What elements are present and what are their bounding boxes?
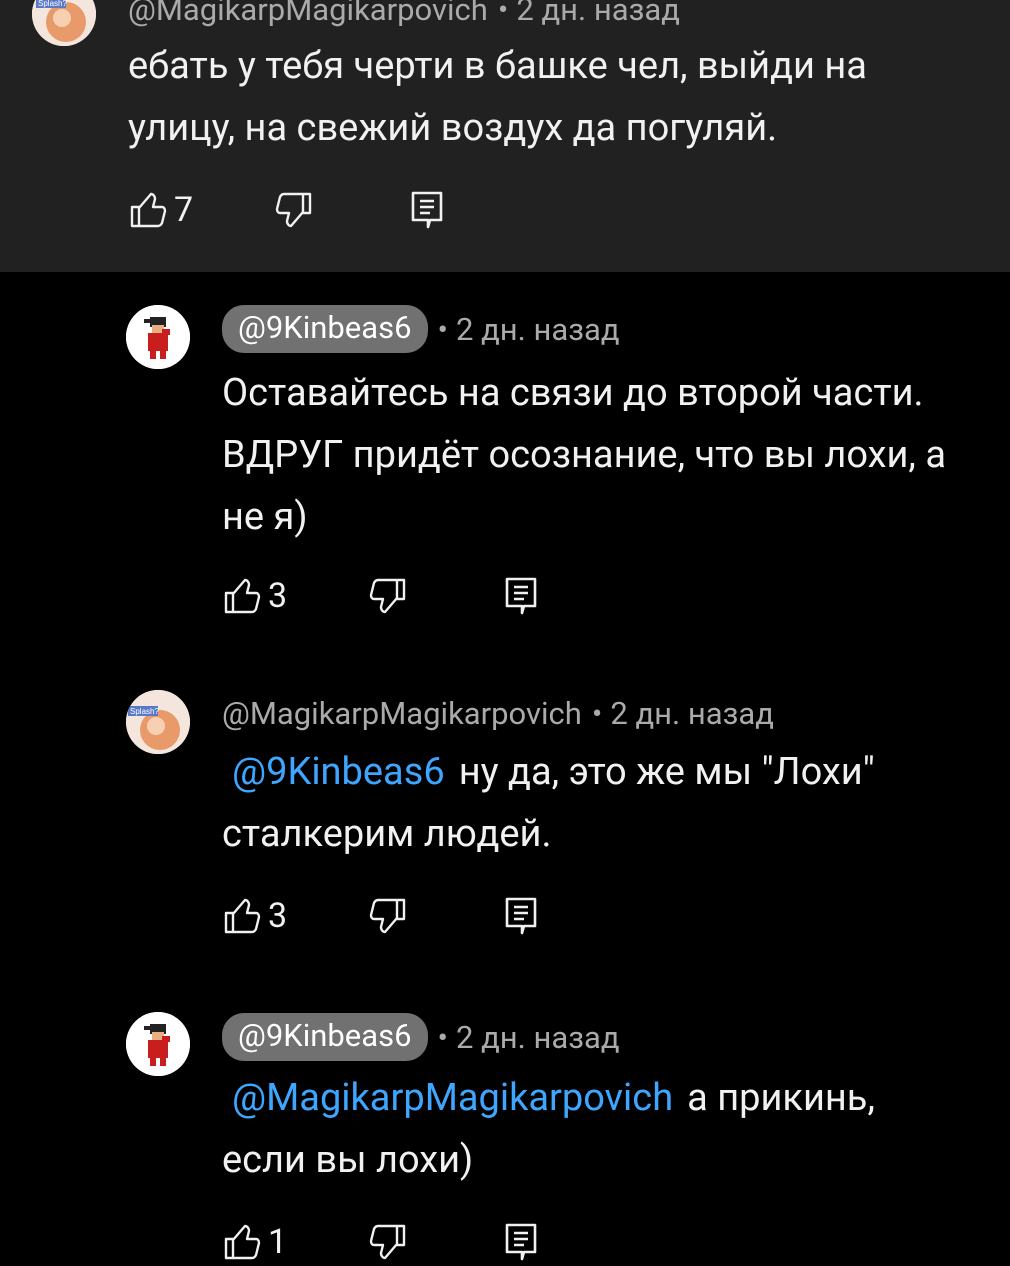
comment-3-text: @9Kinbeas6 ну да, это же мы "Лохи" сталке… xyxy=(222,741,962,865)
comment-4-meta: @9Kinbeas6 • 2 дн. назад xyxy=(222,1013,620,1062)
comment-1-text: ебать у тебя черти в башке чел, выйди на… xyxy=(128,35,928,159)
like-icon xyxy=(224,1224,261,1260)
comment-2-author[interactable]: @9Kinbeas6 xyxy=(222,305,428,354)
like-button[interactable]: 3 xyxy=(222,896,287,936)
like-count: 3 xyxy=(268,896,288,936)
dislike-icon xyxy=(369,578,406,614)
reply-icon xyxy=(505,577,537,615)
like-count: 3 xyxy=(268,576,288,616)
separator-dot: • xyxy=(437,1018,448,1056)
comment-3-meta: @MagikarpMagikarpovich • 2 дн. назад xyxy=(222,698,774,729)
like-button[interactable]: 1 xyxy=(222,1222,287,1262)
reply-button[interactable] xyxy=(410,190,444,230)
dislike-icon xyxy=(369,898,406,934)
avatar-magikarp-label: Splash? xyxy=(130,707,159,716)
like-icon xyxy=(224,898,261,934)
like-count: 1 xyxy=(268,1222,288,1262)
comment-4-mention[interactable]: @MagikarpMagikarpovich xyxy=(232,1076,673,1120)
dislike-button[interactable] xyxy=(274,190,314,230)
comment-1-meta: @MagikarpMagikarpovich • 2 дн. назад xyxy=(128,0,680,25)
avatar-magikarp-label: Splash? xyxy=(38,0,67,8)
avatar-magikarp-image: Splash? xyxy=(126,690,190,754)
reply-button[interactable] xyxy=(504,1222,538,1262)
dislike-button[interactable] xyxy=(368,576,408,616)
dislike-icon xyxy=(275,192,312,228)
reply-icon xyxy=(505,897,537,935)
like-button[interactable]: 3 xyxy=(222,576,287,616)
avatar-magikarp[interactable]: Splash? xyxy=(126,690,190,754)
comment-4-time[interactable]: 2 дн. назад xyxy=(456,1022,620,1053)
comment-2-text: Оставайтесь на связи до второй части. ВД… xyxy=(222,362,992,548)
avatar-9kinbeas6-image xyxy=(126,305,190,369)
like-button[interactable]: 7 xyxy=(128,190,193,230)
comment-2-meta: @9Kinbeas6 • 2 дн. назад xyxy=(222,305,620,354)
comment-4-text: @MagikarpMagikarpovich а прикинь, если вы… xyxy=(222,1067,962,1191)
reply-icon xyxy=(505,1223,537,1261)
avatar-9kinbeas6[interactable] xyxy=(126,305,190,369)
reply-icon xyxy=(411,191,443,229)
dislike-button[interactable] xyxy=(368,896,408,936)
dislike-button[interactable] xyxy=(368,1222,408,1262)
comment-2-time[interactable]: 2 дн. назад xyxy=(456,314,620,345)
comment-3-author[interactable]: @MagikarpMagikarpovich xyxy=(222,698,582,729)
avatar-9kinbeas6[interactable] xyxy=(126,1012,190,1076)
like-icon xyxy=(130,192,167,228)
comment-3-mention[interactable]: @9Kinbeas6 xyxy=(232,750,445,794)
like-icon xyxy=(224,578,261,614)
reply-button[interactable] xyxy=(504,576,538,616)
separator-dot: • xyxy=(591,695,603,732)
comment-2-body: Оставайтесь на связи до второй части. ВД… xyxy=(222,371,947,539)
dislike-icon xyxy=(369,1224,406,1260)
separator-dot: • xyxy=(437,310,448,348)
comment-3-time[interactable]: 2 дн. назад xyxy=(610,698,774,729)
comment-1-author[interactable]: @MagikarpMagikarpovich xyxy=(128,0,488,25)
like-count: 7 xyxy=(174,190,194,230)
comment-1-time[interactable]: 2 дн. назад xyxy=(516,0,680,25)
comment-4-author[interactable]: @9Kinbeas6 xyxy=(222,1013,428,1062)
avatar-9kinbeas6-image xyxy=(126,1012,190,1076)
separator-dot: • xyxy=(497,0,509,28)
comment-1-body: ебать у тебя черти в башке чел, выйди на… xyxy=(128,44,867,150)
reply-button[interactable] xyxy=(504,896,538,936)
